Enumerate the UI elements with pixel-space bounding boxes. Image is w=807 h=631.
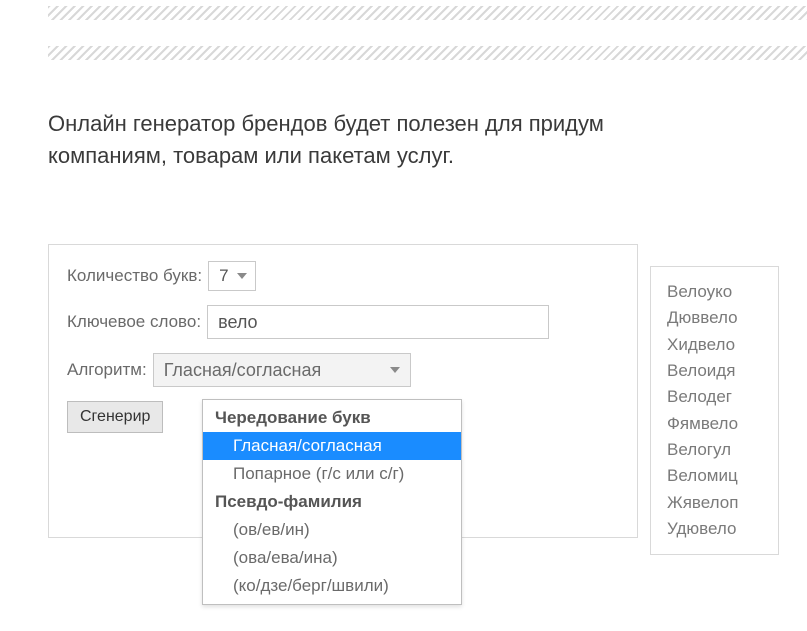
- chevron-down-icon: [390, 367, 400, 373]
- generate-button[interactable]: Сгенерир: [67, 401, 163, 433]
- letters-label: Количество букв:: [67, 266, 202, 286]
- option-ova-eva-ina[interactable]: (ова/ева/ина): [203, 544, 461, 572]
- chevron-down-icon: [237, 273, 247, 279]
- hatched-divider-1: [48, 6, 807, 20]
- option-vowel-consonant[interactable]: Гласная/согласная: [203, 432, 461, 460]
- optgroup-pseudo-surname: Псевдо-фамилия: [203, 488, 461, 516]
- option-pairwise[interactable]: Попарное (г/с или с/г): [203, 460, 461, 488]
- result-item: Фямвело: [667, 411, 738, 437]
- result-item: Дюввело: [667, 305, 738, 331]
- intro-line-2: компаниям, товарам или пакетам услуг.: [48, 140, 807, 172]
- algorithm-select[interactable]: Гласная/согласная: [153, 353, 411, 387]
- row-algorithm: Алгоритм: Гласная/согласная: [67, 353, 619, 387]
- option-ko-dze-berg-shvili[interactable]: (ко/дзе/берг/швили): [203, 572, 461, 600]
- optgroup-letter-alternation: Чередование букв: [203, 404, 461, 432]
- keyword-input[interactable]: [207, 305, 549, 339]
- result-item: Велодег: [667, 384, 738, 410]
- letters-value: 7: [219, 266, 228, 286]
- intro-text: Онлайн генератор брендов будет полезен д…: [48, 108, 807, 172]
- option-ov-ev-in[interactable]: (ов/ев/ин): [203, 516, 461, 544]
- letters-select[interactable]: 7: [208, 261, 255, 291]
- algorithm-label: Алгоритм:: [67, 360, 147, 380]
- result-item: Велоуко: [667, 279, 738, 305]
- result-item: Веломиц: [667, 463, 738, 489]
- row-keyword: Ключевое слово:: [67, 305, 619, 339]
- result-item: Велогул: [667, 437, 738, 463]
- results-panel: Велоуко Дюввело Хидвело Велоидя Велодег …: [650, 266, 779, 555]
- result-item: Велоидя: [667, 358, 738, 384]
- hatched-divider-2: [48, 46, 807, 60]
- result-item: Удювело: [667, 516, 738, 542]
- result-item: Жявелоп: [667, 490, 738, 516]
- keyword-label: Ключевое слово:: [67, 312, 201, 332]
- result-item: Хидвело: [667, 332, 738, 358]
- row-letters: Количество букв: 7: [67, 261, 619, 291]
- intro-line-1: Онлайн генератор брендов будет полезен д…: [48, 108, 807, 140]
- algorithm-value: Гласная/согласная: [164, 360, 322, 381]
- algorithm-dropdown: Чередование букв Гласная/согласная Попар…: [202, 399, 462, 605]
